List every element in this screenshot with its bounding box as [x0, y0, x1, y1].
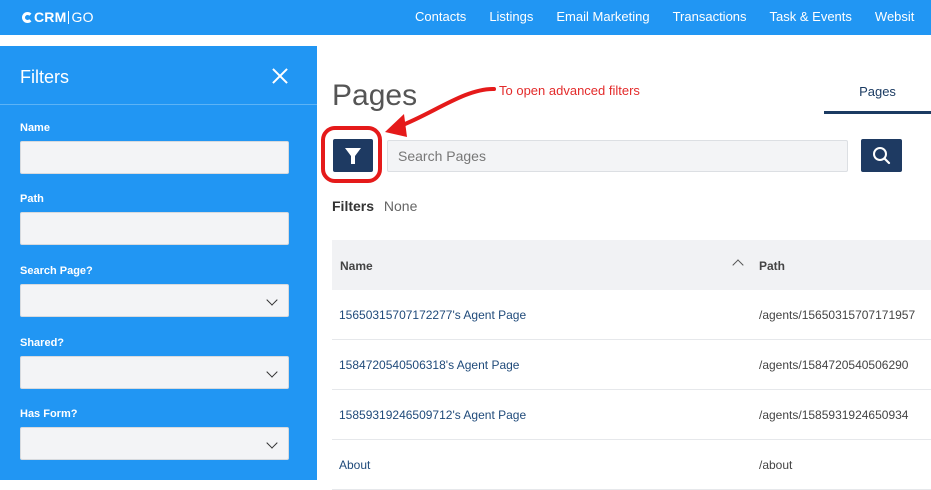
table-row: 15859319246509712's Agent Page /agents/1…: [332, 390, 931, 440]
filters-summary-label: Filters: [332, 198, 375, 214]
logo-divider: [68, 10, 70, 24]
nav-item-email-marketing[interactable]: Email Marketing: [556, 9, 649, 24]
annotation-arrow: [385, 86, 496, 137]
nav-item-websites[interactable]: Websit: [875, 9, 915, 24]
column-header-name[interactable]: Name: [340, 259, 373, 273]
column-header-path[interactable]: Path: [759, 259, 785, 273]
page-name-link[interactable]: 15859319246509712's Agent Page: [339, 408, 526, 422]
filters-panel-header: Filters: [0, 46, 317, 105]
page-name-link[interactable]: 15650315707172277's Agent Page: [339, 308, 526, 322]
search-page-select[interactable]: [20, 284, 289, 317]
close-icon[interactable]: [268, 64, 294, 90]
logo-text-go: GO: [71, 9, 94, 25]
filters-panel-title: Filters: [20, 67, 69, 87]
search-page-field-label: Search Page?: [20, 265, 93, 277]
active-filters-summary: Filters None: [332, 198, 417, 214]
nav-item-contacts[interactable]: Contacts: [415, 9, 466, 24]
tab-pages[interactable]: Pages: [824, 74, 931, 114]
nav-item-task-events[interactable]: Task & Events: [770, 9, 852, 24]
page-path: /agents/15650315707171957: [759, 308, 916, 322]
main-nav: Contacts Listings Email Marketing Transa…: [415, 9, 931, 24]
page-name-link[interactable]: About: [339, 458, 370, 472]
search-icon: [873, 147, 891, 165]
page-name-link[interactable]: 1584720540506318's Agent Page: [339, 358, 519, 372]
search-button[interactable]: [861, 139, 902, 172]
logo-text-crm: CRM: [34, 9, 67, 25]
name-field[interactable]: [20, 141, 289, 174]
path-field-label: Path: [20, 193, 44, 205]
page-path: /about: [759, 458, 793, 472]
table-row: About /about: [332, 440, 931, 490]
chevron-down-icon: [266, 437, 278, 449]
name-field-label: Name: [20, 122, 50, 134]
top-navbar: CRM GO Contacts Listings Email Marketing…: [0, 0, 931, 35]
nav-item-listings[interactable]: Listings: [489, 9, 533, 24]
table-row: 1584720540506318's Agent Page /agents/15…: [332, 340, 931, 390]
chevron-down-icon: [266, 294, 278, 306]
annotation-highlight-ring: [321, 126, 382, 183]
app-logo[interactable]: CRM GO: [22, 9, 94, 25]
crm-go-logo-icon: [22, 11, 33, 23]
page-path: /agents/1584720540506290: [759, 358, 909, 372]
page-path: /agents/1585931924650934: [759, 408, 909, 422]
annotation-label: To open advanced filters: [499, 83, 640, 98]
nav-item-transactions[interactable]: Transactions: [673, 9, 747, 24]
chevron-up-icon[interactable]: [732, 259, 744, 271]
shared-select[interactable]: [20, 356, 289, 389]
table-row: 15650315707172277's Agent Page /agents/1…: [332, 290, 931, 340]
table-header: Name Path: [332, 240, 931, 290]
filters-panel: Filters Name Path Search Page? Shared? H…: [0, 46, 317, 480]
chevron-down-icon: [266, 366, 278, 378]
filters-summary-value: None: [383, 198, 418, 214]
search-input[interactable]: [387, 140, 848, 172]
shared-field-label: Shared?: [20, 337, 65, 349]
path-field[interactable]: [20, 212, 289, 245]
has-form-select[interactable]: [20, 427, 289, 460]
has-form-field-label: Has Form?: [20, 408, 78, 420]
